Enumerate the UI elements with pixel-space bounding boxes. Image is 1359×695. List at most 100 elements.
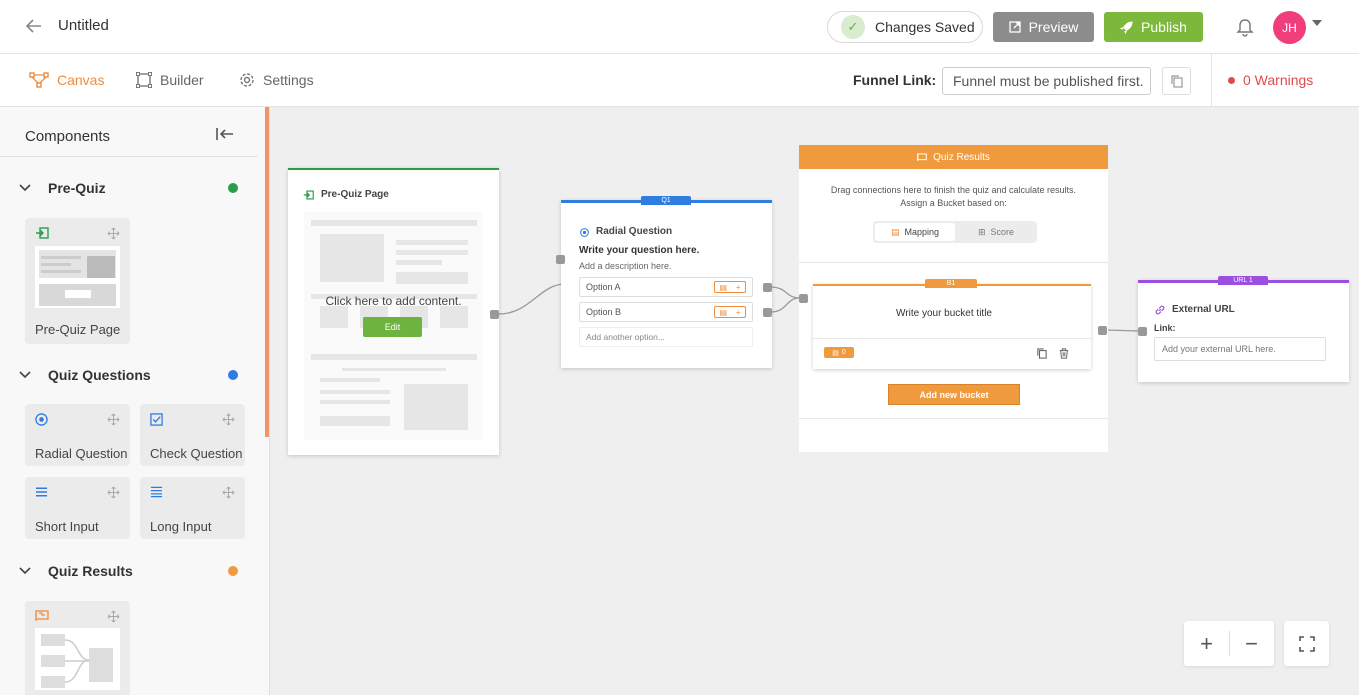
input-port[interactable]: [1138, 327, 1147, 336]
assign-mode-toggle[interactable]: ▤ Mapping ⊞ Score: [873, 221, 1037, 243]
copy-link-button[interactable]: [1162, 67, 1191, 95]
move-icon[interactable]: [222, 486, 235, 499]
instructions-line: Drag connections here to finish the quiz…: [830, 185, 1077, 195]
component-pre-quiz-page[interactable]: Pre-Quiz Page: [25, 218, 130, 344]
input-port[interactable]: [799, 294, 808, 303]
fullscreen-icon: [1298, 635, 1315, 652]
node-pre-quiz-page[interactable]: Pre-Quiz Page Click here to add content.…: [288, 168, 499, 455]
zoom-in-button[interactable]: +: [1184, 621, 1229, 666]
mode-mapping[interactable]: ▤ Mapping: [875, 223, 955, 241]
trash-icon[interactable]: [1059, 348, 1069, 359]
bucket-card[interactable]: B1 Write your bucket title ▤ 0: [813, 279, 1091, 369]
zoom-out-button[interactable]: −: [1229, 621, 1274, 666]
component-check-question[interactable]: Check Question: [140, 404, 245, 466]
option-label: Option A: [586, 282, 621, 292]
chevron-down-icon[interactable]: [1312, 20, 1322, 26]
pre-quiz-thumbnail: [35, 246, 120, 308]
funnel-title[interactable]: Untitled: [58, 17, 109, 34]
quiz-results-thumbnail: [35, 628, 120, 690]
copy-icon[interactable]: [1037, 348, 1047, 359]
divider: [1211, 54, 1212, 107]
tab-builder[interactable]: Builder: [136, 72, 204, 88]
mapping-button[interactable]: ▤ +: [714, 281, 746, 293]
output-port[interactable]: [490, 310, 499, 319]
add-bucket-button[interactable]: Add new bucket: [888, 384, 1020, 405]
section-quiz-questions[interactable]: Quiz Questions: [18, 365, 248, 385]
status-dot-icon: [228, 183, 238, 193]
node-radial-question[interactable]: Q1 Radial Question Write your question h…: [561, 196, 772, 368]
move-icon[interactable]: [107, 413, 120, 426]
mapping-button[interactable]: ▤ +: [714, 306, 746, 318]
external-url-input[interactable]: Add your external URL here.: [1154, 337, 1326, 361]
chevron-down-icon: [19, 184, 31, 192]
option-row[interactable]: Option A ▤ +: [579, 277, 753, 297]
check-icon: ✓: [841, 15, 865, 39]
results-header: Quiz Results: [799, 145, 1108, 169]
mode-score[interactable]: ⊞ Score: [957, 223, 1035, 241]
funnel-link-field[interactable]: Funnel must be published first.: [942, 67, 1151, 95]
warnings-label: 0 Warnings: [1243, 72, 1314, 88]
top-bar: Untitled ✓ Changes Saved Preview Publish…: [0, 0, 1359, 54]
preview-label: Preview: [1028, 19, 1079, 35]
section-label: Pre-Quiz: [48, 180, 106, 196]
back-arrow-icon[interactable]: [24, 16, 46, 38]
component-short-input[interactable]: Short Input: [25, 477, 130, 539]
bell-icon[interactable]: [1236, 18, 1254, 38]
plus-square-icon: ⊞: [977, 226, 986, 237]
move-icon[interactable]: [107, 227, 120, 240]
components-sidebar: Components Pre-Quiz Pre-Quiz Page Quiz Q…: [0, 107, 270, 695]
link-icon: [1155, 305, 1165, 315]
publish-button[interactable]: Publish: [1104, 12, 1203, 42]
move-icon[interactable]: [107, 610, 120, 623]
edit-button[interactable]: Edit: [363, 317, 422, 337]
component-label: Radial Question: [35, 446, 128, 461]
tab-canvas[interactable]: Canvas: [29, 72, 104, 88]
plus-icon: +: [735, 307, 741, 317]
output-port[interactable]: [763, 283, 772, 292]
chart-icon: ▤: [832, 349, 839, 357]
sub-bar: Canvas Builder Settings Funnel Link: Fun…: [0, 54, 1359, 107]
section-quiz-results[interactable]: Quiz Results: [18, 561, 248, 581]
copy-icon: [1170, 74, 1183, 88]
sidebar-title: Components: [25, 128, 111, 145]
rocket-icon: [1120, 20, 1133, 34]
funnel-canvas[interactable]: Pre-Quiz Page Click here to add content.…: [270, 107, 1359, 695]
component-label: Pre-Quiz Page: [35, 322, 121, 337]
move-icon[interactable]: [222, 413, 235, 426]
radio-icon: [580, 228, 589, 237]
move-icon[interactable]: [107, 486, 120, 499]
collapse-sidebar-icon[interactable]: [216, 127, 234, 146]
output-port[interactable]: [763, 308, 772, 317]
status-dot-icon: [228, 566, 238, 576]
preview-button[interactable]: Preview: [993, 12, 1094, 42]
canvas-icon: [29, 72, 49, 88]
option-row[interactable]: Option B ▤ +: [579, 302, 753, 322]
link-label: Link:: [1154, 323, 1176, 333]
component-long-input[interactable]: Long Input: [140, 477, 245, 539]
results-title: Quiz Results: [933, 151, 990, 163]
bucket-mapping-count[interactable]: ▤ 0: [824, 347, 854, 358]
node-external-url[interactable]: URL 1 External URL Link: Add your extern…: [1138, 276, 1349, 382]
chevron-down-icon: [19, 567, 31, 575]
avatar[interactable]: JH: [1273, 11, 1306, 44]
section-label: Quiz Results: [48, 563, 133, 579]
component-radial-question[interactable]: Radial Question: [25, 404, 130, 466]
tab-settings[interactable]: Settings: [239, 72, 314, 88]
bucket-title[interactable]: Write your bucket title: [813, 308, 1075, 319]
section-pre-quiz[interactable]: Pre-Quiz: [18, 178, 248, 198]
output-port[interactable]: [1098, 326, 1107, 335]
warnings-indicator[interactable]: 0 Warnings: [1228, 72, 1313, 88]
add-option-input[interactable]: Add another option...: [579, 327, 753, 347]
add-content-hint[interactable]: Click here to add content.: [288, 294, 499, 308]
fullscreen-button[interactable]: [1284, 621, 1329, 666]
results-instructions: Drag connections here to finish the quiz…: [799, 184, 1108, 210]
zoom-controls: + −: [1184, 621, 1274, 666]
node-quiz-results[interactable]: Quiz Results Drag connections here to fi…: [799, 145, 1108, 452]
funnel-link-label: Funnel Link:: [853, 72, 937, 88]
bucket-count: 0: [841, 349, 846, 356]
plus-icon: +: [735, 282, 741, 292]
component-quiz-results[interactable]: [25, 601, 130, 695]
input-port[interactable]: [556, 255, 565, 264]
question-text[interactable]: Write your question here.: [579, 245, 699, 256]
question-description[interactable]: Add a description here.: [579, 261, 672, 271]
